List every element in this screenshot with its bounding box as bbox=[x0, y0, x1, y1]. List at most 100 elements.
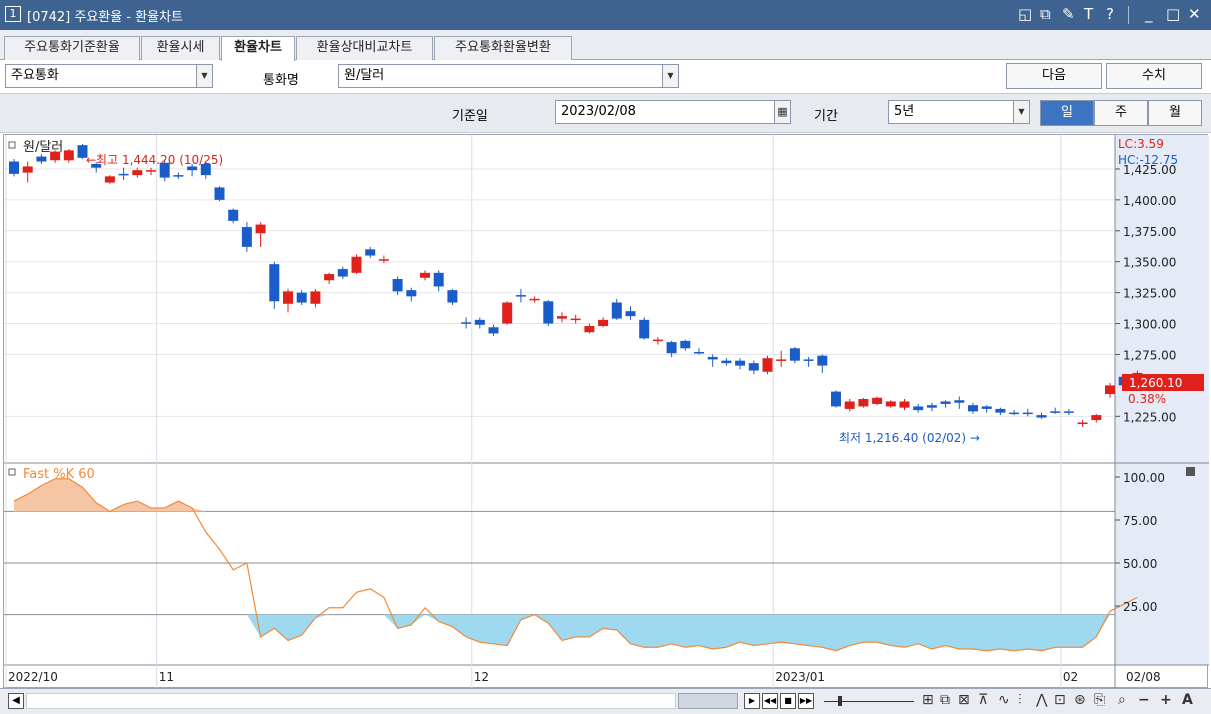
price-tick-label: 1,325.00 bbox=[1123, 287, 1176, 301]
tab-relative-compare-chart[interactable]: 환율상대비교차트 bbox=[296, 36, 433, 60]
scrollbar-track[interactable] bbox=[26, 693, 676, 709]
candle-body bbox=[255, 224, 266, 234]
help-icon[interactable]: ? bbox=[1106, 5, 1114, 23]
candle-body bbox=[269, 264, 280, 302]
candle-body bbox=[406, 290, 417, 297]
minimize-icon[interactable]: _ bbox=[1145, 5, 1153, 23]
popout-icon[interactable]: ⧉ bbox=[1040, 5, 1051, 23]
candle-body bbox=[447, 290, 458, 303]
wave-icon[interactable]: ∿ bbox=[998, 692, 1010, 708]
fast-forward-icon[interactable]: ▶▶ bbox=[798, 693, 814, 709]
candle-body bbox=[132, 170, 143, 176]
chart-area[interactable]: 1,425.00 1,400.00 1,375.00 1,350.00 1,325.00… bbox=[3, 134, 1209, 689]
window-title: [0742] 주요환율 - 환율차트 bbox=[27, 10, 183, 25]
stop-icon[interactable]: ■ bbox=[780, 693, 796, 709]
compare-icon[interactable]: ⊠ bbox=[958, 692, 970, 708]
category-select[interactable]: 주요통화 ▼ bbox=[5, 64, 213, 88]
rewind-icon[interactable]: ◀◀ bbox=[762, 693, 778, 709]
price-tick-label: 1,400.00 bbox=[1123, 194, 1176, 208]
candle-body bbox=[831, 391, 841, 407]
candle-body bbox=[694, 352, 704, 354]
period-week-button[interactable]: 주 bbox=[1094, 100, 1148, 126]
currency-select[interactable]: 원/달러 ▼ bbox=[338, 64, 679, 88]
time-tick-label: 2023/01 bbox=[775, 670, 825, 684]
range-select[interactable]: 5년 ▼ bbox=[888, 100, 1030, 124]
screenshot-icon[interactable]: ⊡ bbox=[1054, 692, 1066, 708]
scrollbar-thumb[interactable] bbox=[678, 693, 738, 709]
pane-marker bbox=[8, 141, 16, 149]
oscillator-title: Fast %K 60 bbox=[23, 467, 95, 482]
zoom-in-icon[interactable]: + bbox=[1160, 692, 1172, 708]
candle-body bbox=[9, 161, 19, 174]
candle-body bbox=[899, 401, 910, 408]
chevron-down-icon[interactable]: ▼ bbox=[662, 65, 678, 87]
tab-rate-chart[interactable]: 환율차트 bbox=[221, 36, 295, 61]
candle-body bbox=[502, 302, 513, 324]
exchange-rate-chart[interactable]: 1,425.001,400.001,375.001,350.001,325.00… bbox=[4, 135, 1209, 689]
candle-body bbox=[283, 291, 293, 304]
calendar-icon[interactable]: ▦ bbox=[774, 101, 790, 123]
candle-body bbox=[652, 339, 663, 342]
play-icon[interactable]: ▶ bbox=[744, 693, 760, 709]
range-value: 5년 bbox=[894, 104, 915, 119]
scroll-left-icon[interactable]: ◀ bbox=[8, 693, 24, 709]
values-button[interactable]: 수치 bbox=[1106, 63, 1202, 89]
candle-body bbox=[680, 340, 691, 349]
magic-icon[interactable]: ⋀ bbox=[1036, 692, 1047, 708]
chevron-down-icon[interactable]: ▼ bbox=[1013, 101, 1029, 123]
high-annotation: ←최고 1,444.20 (10/25) bbox=[86, 153, 223, 167]
candle-body bbox=[885, 401, 896, 407]
zoom-slider-handle[interactable] bbox=[838, 696, 842, 706]
tab-rate-quotes[interactable]: 환율시세 bbox=[141, 36, 220, 60]
period-month-button[interactable]: 월 bbox=[1148, 100, 1202, 126]
pattern-icon[interactable]: ⊛ bbox=[1074, 692, 1086, 708]
restore-icon[interactable]: ◱ bbox=[1018, 5, 1032, 23]
base-date-value: 2023/02/08 bbox=[561, 104, 636, 119]
chart-title: 원/달러 bbox=[23, 140, 63, 155]
trend-icon[interactable]: ⊼ bbox=[978, 692, 988, 708]
tab-bar: 주요통화기준환율 환율시세 환율차트 환율상대비교차트 주요통화환율변환 bbox=[0, 30, 1211, 61]
tab-major-currency-rates[interactable]: 주요통화기준환율 bbox=[4, 36, 140, 60]
candle-body bbox=[1050, 411, 1061, 413]
period-row: 기준일 2023/02/08 ▦ 기간 5년 ▼ 일 주 월 bbox=[0, 93, 1211, 133]
candle-tool-icon[interactable]: ⫶ bbox=[1018, 692, 1022, 708]
pin-icon[interactable]: ✎ bbox=[1062, 5, 1075, 23]
pane-close-icon[interactable] bbox=[1186, 467, 1195, 476]
stoch-tick-label: 100.00 bbox=[1123, 471, 1165, 485]
stoch-tick-label: 50.00 bbox=[1123, 557, 1157, 571]
next-button[interactable]: 다음 bbox=[1006, 63, 1102, 89]
candle-body bbox=[1105, 385, 1115, 395]
candle-body bbox=[515, 295, 526, 297]
candle-body bbox=[22, 166, 33, 173]
candle-body bbox=[844, 401, 855, 409]
filter-row: 주요통화 ▼ 통화명 원/달러 ▼ 다음 수치 bbox=[0, 61, 1211, 93]
zoom-slider[interactable] bbox=[824, 693, 914, 709]
time-tick-label: 12 bbox=[474, 670, 489, 684]
candle-body bbox=[803, 359, 814, 361]
tab-currency-converter[interactable]: 주요통화환율변환 bbox=[434, 36, 572, 60]
price-tick-label: 1,350.00 bbox=[1123, 256, 1176, 270]
candle-body bbox=[461, 322, 472, 324]
candle-body bbox=[488, 327, 499, 334]
period-day-button[interactable]: 일 bbox=[1040, 100, 1094, 126]
font-icon[interactable]: T bbox=[1084, 5, 1093, 23]
font-size-icon[interactable]: A bbox=[1182, 692, 1193, 708]
price-tick-label: 1,375.00 bbox=[1123, 225, 1176, 239]
split-icon[interactable]: ⊞ bbox=[922, 692, 934, 708]
maximize-icon[interactable]: □ bbox=[1166, 5, 1180, 23]
candle-body bbox=[1077, 422, 1088, 425]
base-date-input[interactable]: 2023/02/08 ▦ bbox=[555, 100, 791, 124]
search-icon[interactable]: ⌕ bbox=[1118, 692, 1126, 708]
candle-body bbox=[187, 166, 198, 171]
close-icon[interactable]: ✕ bbox=[1188, 5, 1201, 23]
time-tick-label: 2022/10 bbox=[8, 670, 58, 684]
candle-body bbox=[557, 316, 567, 319]
copy-icon[interactable]: ⎘ bbox=[1094, 692, 1105, 708]
candle-body bbox=[433, 272, 444, 287]
zoom-out-icon[interactable]: − bbox=[1138, 692, 1150, 708]
base-date-label: 기준일 bbox=[452, 109, 488, 124]
overlay-icon[interactable]: ⧉ bbox=[940, 692, 950, 708]
candle-body bbox=[365, 249, 376, 256]
time-end-label: 02/08 bbox=[1126, 670, 1161, 684]
chevron-down-icon[interactable]: ▼ bbox=[196, 65, 212, 87]
